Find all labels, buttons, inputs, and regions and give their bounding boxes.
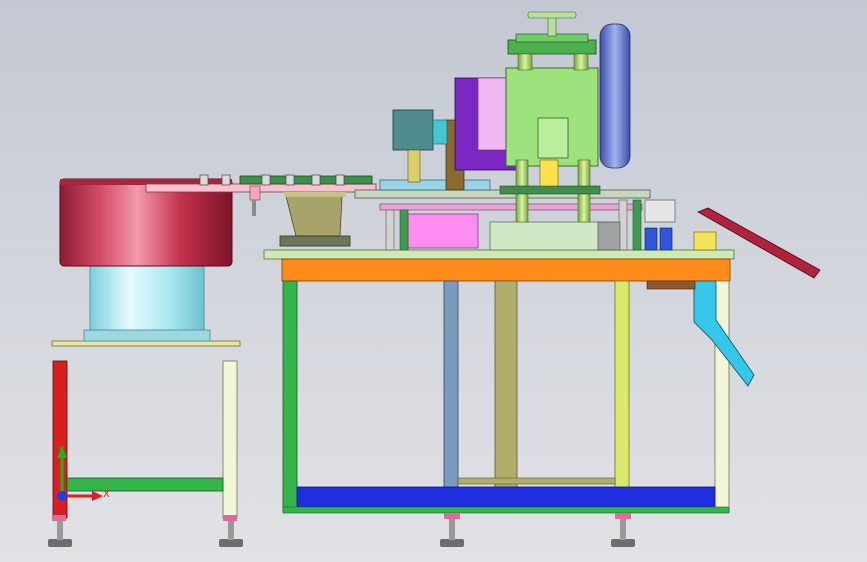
table-apron	[281, 258, 731, 282]
table-top-plate	[263, 249, 735, 260]
linear-vibrator-top	[284, 192, 346, 197]
servo-column-bracket	[432, 119, 448, 145]
feed-rail-pin	[252, 200, 256, 216]
frame-base-rail	[282, 506, 730, 514]
leveling-pad-right-stem	[228, 521, 234, 540]
bowl-stand-foot-left	[52, 515, 66, 521]
support-post-1	[385, 209, 395, 251]
chute-bracket	[644, 199, 676, 223]
press-bolster	[499, 185, 601, 195]
bowl-stand-leg-right	[222, 360, 238, 519]
axis-x-arrow-icon	[62, 491, 103, 501]
machine-assembly-drawing: X Y	[48, 11, 821, 547]
frame-leg-inner-1	[443, 280, 459, 513]
support-post-4	[632, 199, 642, 251]
chute-mount	[646, 280, 696, 290]
leveling-pad-left	[48, 539, 72, 547]
frame-crossbar-blue	[296, 486, 716, 508]
leveling-pad-left-stem	[57, 521, 63, 540]
leveling-pad-4-collar	[615, 513, 631, 519]
press-guide-right	[573, 53, 589, 71]
linear-vibrator-body	[285, 195, 343, 237]
press-guide-left	[517, 53, 533, 71]
feed-motor	[392, 109, 434, 151]
yellow-block	[693, 231, 717, 251]
leveling-pad-3	[440, 539, 464, 547]
magenta-plate	[407, 213, 479, 249]
vibratory-bowl-feeder	[59, 178, 233, 342]
blue-block-1	[644, 227, 658, 251]
linear-vibrator	[279, 192, 351, 247]
frame-leg-front-right	[714, 280, 730, 513]
leveling-pad-3-collar	[444, 513, 460, 519]
feed-rail-bracket	[249, 185, 261, 201]
frame-post-center	[494, 280, 518, 488]
die-base-side	[597, 221, 621, 251]
frame-leg-inner-2	[614, 280, 630, 513]
frame-crossbar-lower	[457, 477, 616, 485]
press-flywheel	[599, 23, 631, 169]
bowl-stand	[48, 340, 243, 547]
press-ram-window	[537, 117, 569, 159]
axis-z-origin-icon	[57, 491, 67, 501]
blue-block-2	[659, 227, 673, 251]
bowl-stand-foot-right	[223, 515, 237, 521]
axis-y-label: Y	[57, 445, 65, 456]
frame-leg-front-left	[282, 280, 298, 513]
support-post-2	[399, 209, 409, 251]
linear-vibrator-base	[279, 235, 351, 247]
bowl-stand-crossbar	[66, 477, 224, 492]
axis-x-label: X	[103, 489, 110, 500]
bowl-base-foot	[83, 329, 211, 342]
feed-motor-shaft	[407, 149, 421, 183]
leveling-pad-4	[611, 539, 635, 547]
cad-viewport[interactable]: X Y	[0, 0, 867, 562]
cylinder-block	[379, 179, 491, 191]
output-chute-assembly	[644, 199, 821, 387]
transfer-beam-lower	[379, 203, 643, 211]
bowl-stand-top-plate	[51, 340, 241, 347]
feed-rail-cover	[239, 175, 373, 185]
main-frame	[263, 249, 735, 547]
press-side-plate	[477, 77, 509, 151]
leveling-pad-right	[219, 539, 243, 547]
press-top-screw	[547, 15, 557, 37]
bowl-base-drive	[89, 265, 205, 335]
press-handwheel	[527, 11, 577, 19]
press-wedge	[539, 159, 559, 187]
die-base	[489, 221, 607, 251]
